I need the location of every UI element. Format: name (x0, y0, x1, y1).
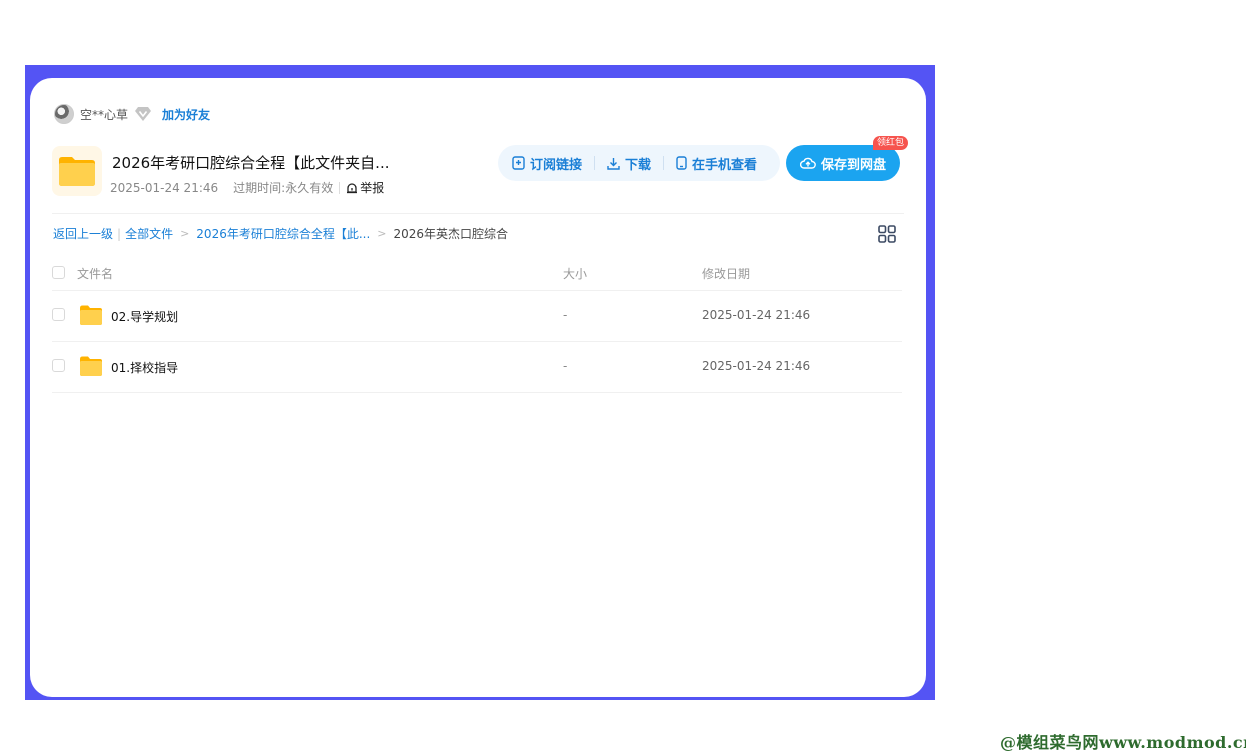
view-on-mobile-button[interactable]: 在手机查看 (676, 154, 757, 173)
file-date: 2025-01-24 21:46 (702, 359, 811, 373)
download-icon (607, 157, 620, 170)
expiry-value: 永久有效 (285, 181, 334, 195)
header-divider (52, 213, 904, 214)
file-date: 2025-01-24 21:46 (702, 308, 811, 322)
action-divider (594, 156, 596, 170)
mobile-label: 在手机查看 (692, 157, 758, 173)
back-link[interactable]: 返回上一级 (53, 225, 113, 242)
report-link[interactable]: 举报 (346, 179, 384, 196)
file-name[interactable]: 01.择校指导 (111, 359, 178, 376)
subscribe-label: 订阅链接 (530, 157, 583, 173)
breadcrumb: 返回上一级 | 全部文件 > 2026年考研口腔综合全程【此... > 2026… (53, 225, 508, 242)
crumb-separator: | (117, 226, 122, 241)
subscribe-icon (512, 156, 525, 170)
all-files-link[interactable]: 全部文件 (125, 225, 173, 242)
table-row[interactable]: 01.择校指导 - 2025-01-24 21:46 (52, 342, 902, 393)
report-icon (347, 182, 358, 193)
action-divider (663, 156, 665, 170)
expiry-label: 过期时间: (233, 181, 286, 195)
share-folder-icon (52, 146, 102, 196)
red-packet-badge[interactable]: 领红包 (873, 136, 909, 150)
header-size: 大小 (563, 267, 588, 281)
folder-icon (80, 305, 102, 325)
add-friend-button[interactable]: 加为好友 (162, 106, 210, 123)
row-checkbox[interactable] (52, 359, 65, 372)
action-group: 订阅链接 下载 在手机查看 (498, 145, 780, 181)
report-label: 举报 (360, 181, 385, 195)
watermark: @模组菜鸟网www.modmod.cn (1000, 733, 1246, 752)
save-label: 保存到网盘 (820, 157, 886, 173)
header-name: 文件名 (77, 267, 114, 281)
grid-view-icon[interactable] (878, 225, 896, 243)
share-meta: 2025-01-24 21:46 过期时间: 永久有效 举报 (110, 179, 384, 196)
file-size: - (563, 359, 568, 373)
phone-icon (676, 156, 687, 170)
file-name[interactable]: 02.导学规划 (111, 308, 178, 325)
cloud-upload-icon (799, 157, 816, 169)
file-size: - (563, 308, 568, 322)
share-date: 2025-01-24 21:46 (110, 180, 219, 195)
meta-divider (339, 181, 341, 194)
download-button[interactable]: 下载 (607, 154, 651, 173)
table-header: 文件名 大小 修改日期 (52, 256, 902, 291)
share-card: 空**心草 加为好友 2026年考研口腔综合全程【此文件夹自... 2025-0… (30, 78, 926, 697)
row-checkbox[interactable] (52, 308, 65, 321)
breadcrumb-current: 2026年英杰口腔综合 (393, 227, 509, 241)
folder-icon (80, 356, 102, 376)
avatar[interactable] (54, 104, 74, 124)
share-title: 2026年考研口腔综合全程【此文件夹自... (112, 154, 390, 172)
table-row[interactable]: 02.导学规划 - 2025-01-24 21:46 (52, 291, 902, 342)
chevron-right-icon: > (180, 227, 190, 240)
chevron-right-icon: > (377, 227, 387, 240)
download-label: 下载 (625, 157, 652, 173)
header-date: 修改日期 (702, 267, 751, 281)
subscribe-link-button[interactable]: 订阅链接 (512, 154, 582, 173)
save-to-cloud-button[interactable]: 保存到网盘 (786, 145, 900, 181)
select-all-checkbox[interactable] (52, 266, 65, 279)
breadcrumb-level1-link[interactable]: 2026年考研口腔综合全程【此... (196, 225, 370, 242)
vip-diamond-icon (135, 107, 152, 121)
user-row: 空**心草 加为好友 (54, 104, 210, 124)
user-name[interactable]: 空**心草 (80, 106, 128, 123)
